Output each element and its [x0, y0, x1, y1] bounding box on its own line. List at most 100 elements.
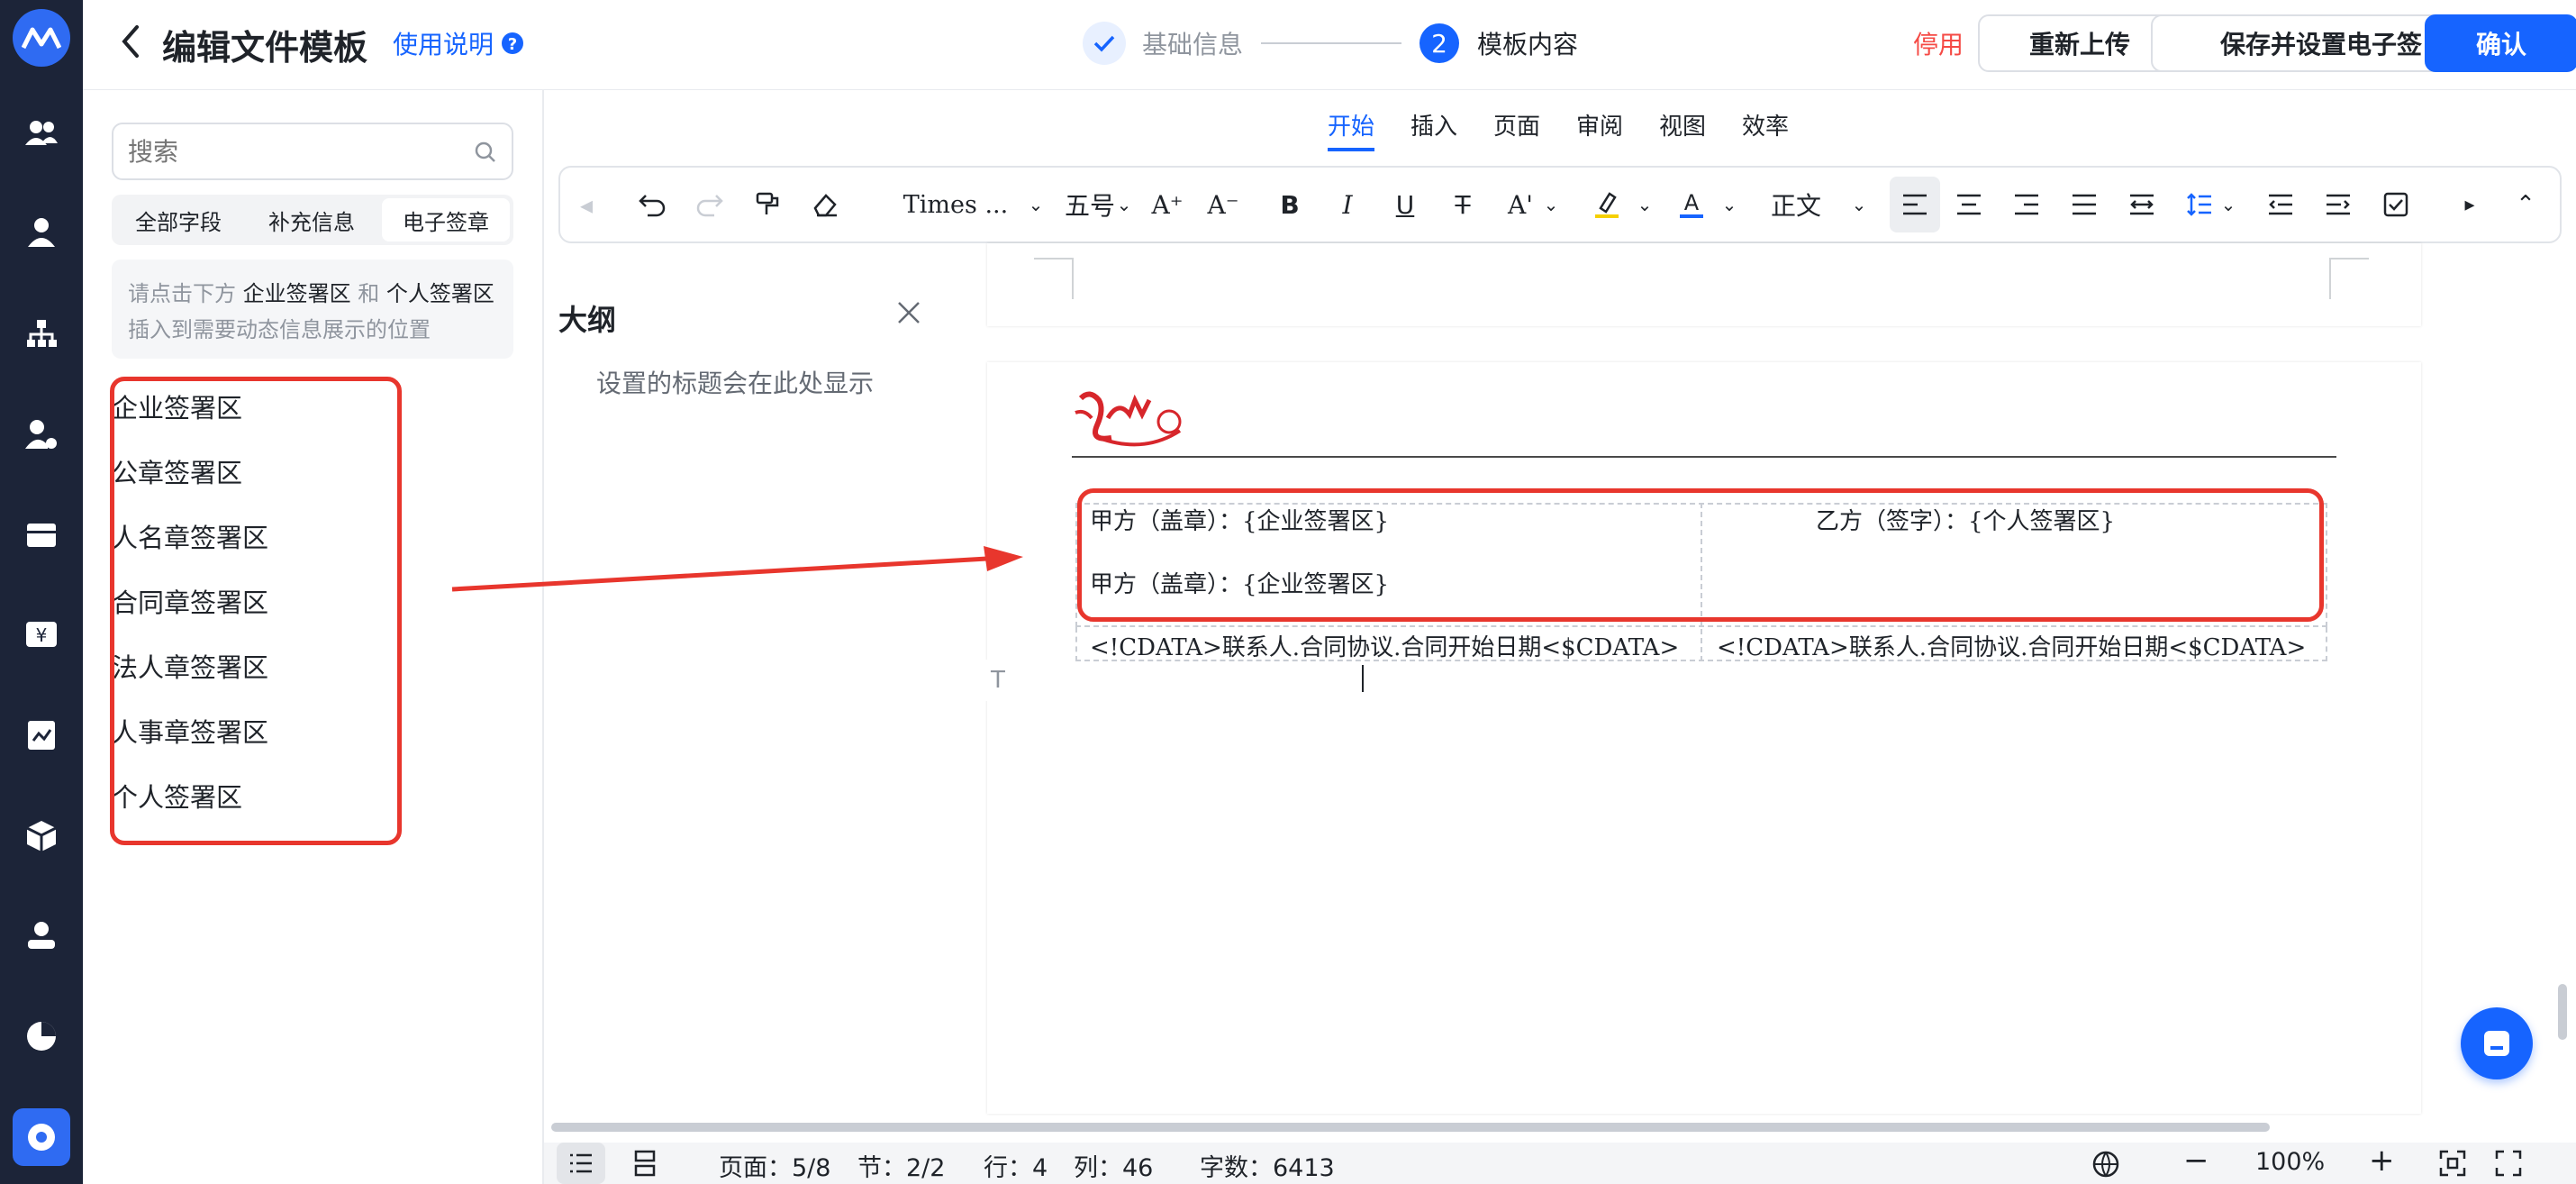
settings-icon[interactable] — [13, 1108, 70, 1166]
svg-text:¥: ¥ — [36, 624, 48, 646]
menu-tab-efficiency[interactable]: 效率 — [1742, 108, 1789, 141]
contract-start-date-field[interactable]: <!CDATA>联系人.合同协议.合同开始日期<$CDATA> — [1090, 629, 1679, 662]
superscript-icon[interactable]: A' — [1502, 168, 1538, 241]
report-icon[interactable] — [13, 706, 70, 764]
chevron-down-icon[interactable]: ⌄ — [1636, 168, 1654, 241]
chevron-down-icon[interactable]: ⌄ — [1027, 168, 1045, 241]
scroll-left-icon[interactable]: ◂ — [573, 168, 600, 241]
team-icon[interactable] — [13, 105, 70, 162]
calendar-icon[interactable] — [13, 505, 70, 562]
user-settings-icon[interactable] — [13, 405, 70, 463]
search-icon[interactable] — [474, 141, 497, 164]
paragraph-style-select[interactable]: 正文 — [1767, 168, 1825, 241]
eraser-icon[interactable] — [807, 168, 843, 241]
menu-tab-insert[interactable]: 插入 — [1410, 108, 1457, 141]
distribute-icon[interactable] — [2124, 168, 2160, 241]
annotation-highlight-box — [1077, 488, 2324, 622]
search-field[interactable] — [112, 123, 513, 180]
status-page: 页面：5/8 — [719, 1154, 831, 1182]
hint-and: 和 — [358, 281, 380, 306]
font-family-select[interactable]: Times ... — [888, 168, 1023, 241]
highlight-icon[interactable] — [1589, 168, 1625, 241]
undo-icon[interactable] — [634, 168, 670, 241]
contract-start-date-field-2[interactable]: <!CDATA>联系人.合同协议.合同开始日期<$CDATA> — [1717, 629, 2306, 662]
cube-icon[interactable] — [13, 807, 70, 865]
text-cursor — [1362, 665, 1364, 692]
confirm-button[interactable]: 确认 — [2425, 14, 2576, 72]
align-justify-icon[interactable] — [2066, 168, 2102, 241]
underline-icon[interactable]: U — [1387, 168, 1423, 241]
tab-extra-info[interactable]: 补充信息 — [245, 195, 378, 245]
redo-icon[interactable] — [692, 168, 728, 241]
help-link-label: 使用说明 — [393, 30, 494, 59]
fullscreen-icon[interactable] — [2495, 1150, 2522, 1177]
menu-tab-view[interactable]: 视图 — [1659, 108, 1706, 141]
align-left-icon[interactable] — [1890, 177, 1940, 232]
status-bar: 页面：5/8 节：2/2 行：4 列：46 字数：6413 − 100% + — [544, 1143, 2576, 1184]
chevron-down-icon[interactable]: ⌄ — [1720, 168, 1738, 241]
disable-button[interactable]: 停用 — [1913, 25, 1964, 61]
fit-page-icon[interactable] — [2439, 1150, 2466, 1177]
collapse-toolbar-icon[interactable]: ⌃ — [2508, 168, 2544, 241]
person-badge-icon[interactable] — [13, 906, 70, 964]
tab-e-signature[interactable]: 电子签章 — [382, 198, 510, 241]
chevron-down-icon[interactable]: ⌄ — [1542, 168, 1560, 241]
font-size-select[interactable]: 五号 — [1057, 168, 1122, 241]
format-toolbar: ◂ Times ... ⌄ 五号 ⌄ A⁺ A⁻ B I U T A' ⌄ ⌄ … — [558, 166, 2562, 243]
bold-icon[interactable]: B — [1272, 168, 1308, 241]
tab-all-fields[interactable]: 全部字段 — [112, 195, 245, 245]
search-input[interactable] — [128, 132, 452, 171]
help-link[interactable]: 使用说明 ? — [393, 25, 524, 61]
salary-icon[interactable]: ¥ — [13, 606, 70, 663]
chat-icon — [2484, 1031, 2509, 1056]
document-page[interactable]: 甲方（盖章）：{企业签署区} 甲方（盖章）：{企业签署区} 乙方（签字）：{个人… — [987, 362, 2421, 1114]
strikethrough-icon[interactable]: T — [1445, 168, 1481, 241]
hint-text-line2: 插入到需要动态信息展示的位置 — [128, 317, 431, 342]
stepper: 基础信息 2 模板内容 — [1083, 22, 1578, 65]
menu-tab-active-indicator — [1328, 148, 1374, 151]
horizontal-scrollbar[interactable] — [551, 1123, 2270, 1132]
zoom-in-icon[interactable]: + — [2369, 1143, 2395, 1179]
field-panel: 全部字段 补充信息 电子签章 请点击下方 企业签署区 和 个人签署区 插入到需要… — [83, 90, 544, 1184]
chevron-down-icon[interactable]: ⌄ — [2219, 168, 2237, 241]
sign-hint: 请点击下方 企业签署区 和 个人签署区 插入到需要动态信息展示的位置 — [112, 260, 513, 359]
more-tools-icon[interactable]: ▸ — [2452, 168, 2488, 241]
user-icon[interactable] — [13, 204, 70, 261]
decrease-font-icon[interactable]: A⁻ — [1205, 168, 1241, 241]
page-break-icon[interactable] — [632, 1150, 658, 1177]
org-chart-icon[interactable] — [13, 305, 70, 362]
close-outline-icon[interactable] — [895, 299, 922, 326]
chevron-down-icon[interactable]: ⌄ — [1115, 168, 1133, 241]
page-title: 编辑文件模板 — [162, 28, 368, 68]
line-spacing-icon[interactable] — [2181, 168, 2218, 241]
list-view-icon[interactable] — [557, 1143, 605, 1184]
increase-indent-icon[interactable] — [2320, 168, 2356, 241]
zoom-out-icon[interactable]: − — [2183, 1143, 2209, 1179]
menu-tab-page[interactable]: 页面 — [1493, 108, 1540, 141]
menu-tab-review[interactable]: 审阅 — [1576, 108, 1623, 141]
menu-tab-start[interactable]: 开始 — [1328, 108, 1374, 141]
italic-icon[interactable]: I — [1329, 168, 1365, 241]
pie-chart-icon[interactable] — [13, 1007, 70, 1065]
back-button[interactable] — [119, 22, 141, 61]
format-painter-icon[interactable] — [749, 168, 785, 241]
align-center-icon[interactable] — [1951, 168, 1987, 241]
chat-help-button[interactable] — [2461, 1007, 2533, 1079]
page-previous — [987, 243, 2421, 326]
vertical-scrollbar[interactable] — [2558, 984, 2567, 1040]
step-2-label: 模板内容 — [1477, 30, 1579, 59]
font-color-icon[interactable]: A — [1673, 168, 1710, 241]
app-logo[interactable] — [13, 9, 70, 67]
checkbox-icon[interactable] — [2378, 168, 2414, 241]
status-section: 节：2/2 — [857, 1154, 946, 1182]
annotation-arrow-icon — [451, 546, 1023, 592]
hint-text: 请点击下方 — [128, 281, 236, 306]
language-globe-icon[interactable] — [2091, 1150, 2120, 1179]
increase-font-icon[interactable]: A⁺ — [1149, 168, 1185, 241]
company-logo-icon — [1075, 391, 1182, 447]
text-style-marker-icon[interactable]: T — [982, 660, 1014, 701]
decrease-indent-icon[interactable] — [2263, 168, 2299, 241]
chevron-down-icon[interactable]: ⌄ — [1850, 168, 1868, 241]
status-word-count: 字数：6413 — [1200, 1154, 1335, 1182]
align-right-icon[interactable] — [2009, 168, 2045, 241]
